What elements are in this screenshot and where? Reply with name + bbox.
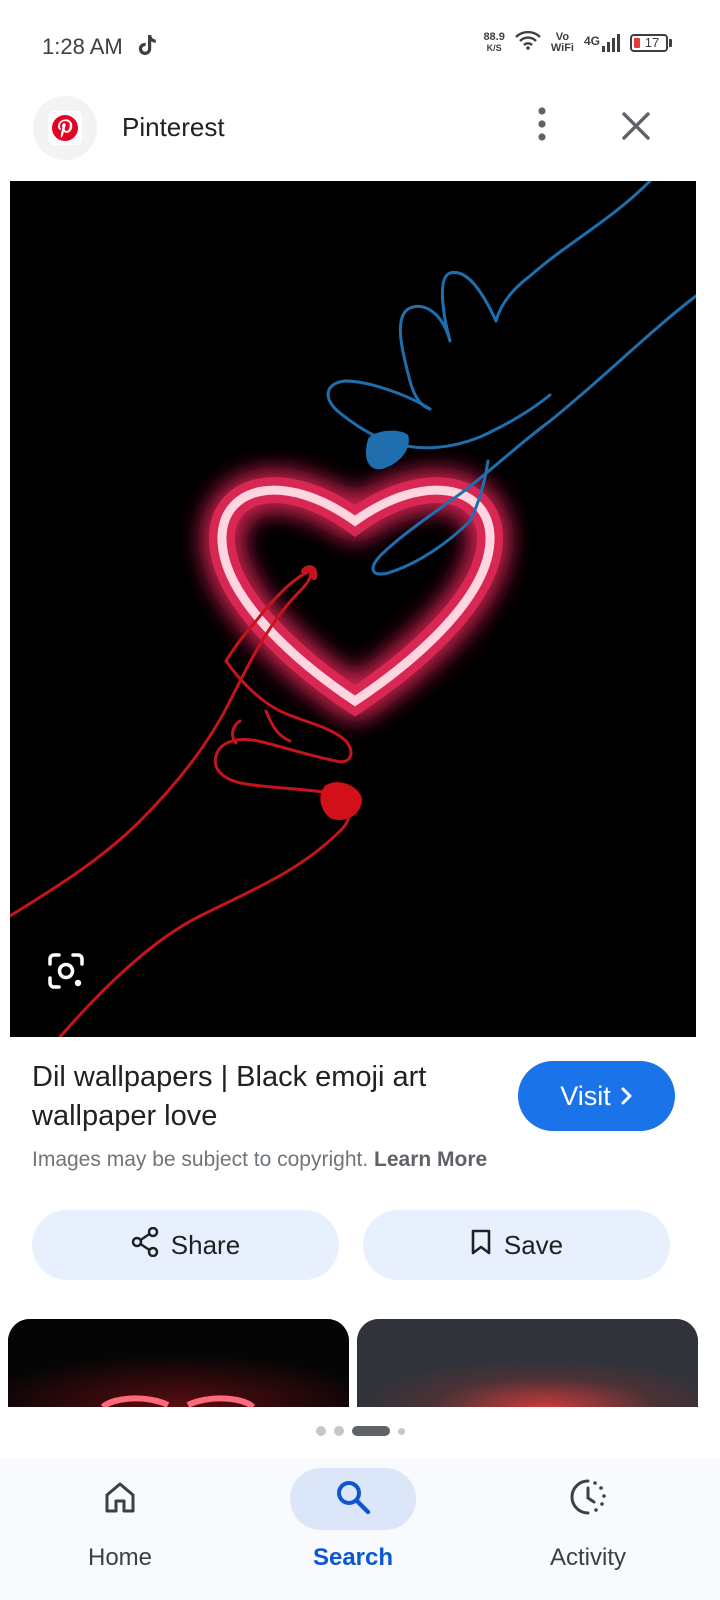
chevron-right-icon [621, 1081, 633, 1112]
nav-activity[interactable]: Activity [468, 1458, 708, 1600]
home-icon-wrap [57, 1468, 183, 1530]
battery-icon: 17 [630, 33, 672, 52]
related-image-art [8, 1319, 349, 1407]
copyright-text: Images may be subject to copyright. [32, 1148, 369, 1171]
related-image-thumbnail[interactable] [357, 1319, 698, 1407]
related-image-art [357, 1319, 698, 1407]
bottom-navigation: Home Search Activity [0, 1458, 720, 1600]
save-button[interactable]: Save [363, 1210, 670, 1280]
share-label: Share [170, 1229, 241, 1260]
pinterest-logo-icon [48, 111, 82, 145]
carousel-dot [333, 1426, 344, 1436]
status-icons: 88.9 K/S Vo WiFi 4G 17 [483, 30, 672, 55]
site-name[interactable]: Pinterest [122, 112, 225, 143]
share-button[interactable]: Share [32, 1210, 339, 1280]
nav-search-label: Search [312, 1544, 394, 1571]
carousel-dot-active [351, 1426, 390, 1436]
wifi-icon [515, 30, 541, 55]
result-title[interactable]: Dil wallpapers | Black emoji art wallpap… [32, 1058, 492, 1136]
close-button[interactable] [614, 106, 658, 150]
share-icon [131, 1226, 159, 1264]
wifi-label: WiFi [550, 41, 574, 54]
carousel-dot [315, 1426, 326, 1436]
nav-activity-label: Activity [549, 1544, 626, 1571]
network-speed: 88.9 K/S [483, 30, 505, 54]
result-info: Dil wallpapers | Black emoji art wallpap… [32, 1058, 492, 1136]
status-time: 1:28 AM [42, 34, 123, 59]
visit-button[interactable]: Visit [518, 1061, 675, 1131]
learn-more-link[interactable]: Learn More [374, 1148, 487, 1171]
tiktok-notification-icon [137, 33, 157, 62]
google-lens-button[interactable] [46, 951, 86, 991]
result-image[interactable] [10, 181, 696, 1037]
search-icon-wrap [290, 1468, 416, 1530]
battery-level: 17 [644, 35, 660, 50]
home-icon [102, 1479, 138, 1520]
save-label: Save [503, 1229, 564, 1260]
copyright-notice: Images may be subject to copyright. Lear… [32, 1148, 487, 1172]
viewer-header: Pinterest [0, 94, 720, 166]
status-bar: 1:28 AM 88.9 K/S Vo WiFi 4G 17 [0, 0, 720, 80]
carousel-dot [397, 1427, 405, 1435]
activity-icon [568, 1477, 608, 1522]
vowifi-indicator: Vo WiFi [550, 30, 574, 54]
related-image-thumbnail[interactable] [8, 1319, 349, 1407]
signal-icon: 4G [583, 33, 620, 52]
more-vert-icon [537, 106, 547, 146]
close-icon [621, 111, 651, 146]
search-icon [334, 1478, 372, 1521]
network-speed-value: 88.9 [483, 30, 505, 43]
activity-icon-wrap [525, 1468, 651, 1530]
network-speed-unit: K/S [486, 42, 502, 53]
bookmark-icon [470, 1228, 492, 1263]
lens-icon [46, 951, 86, 991]
visit-label: Visit [560, 1080, 611, 1111]
carousel-indicator [0, 1426, 720, 1436]
neon-heart-artwork [10, 181, 696, 1037]
more-options-button[interactable] [522, 106, 562, 146]
network-type: 4G [583, 33, 600, 48]
vo-label: Vo [555, 30, 570, 43]
nav-search[interactable]: Search [233, 1458, 473, 1600]
nav-home[interactable]: Home [0, 1458, 240, 1600]
nav-home-label: Home [87, 1544, 153, 1571]
site-logo[interactable] [33, 96, 97, 160]
